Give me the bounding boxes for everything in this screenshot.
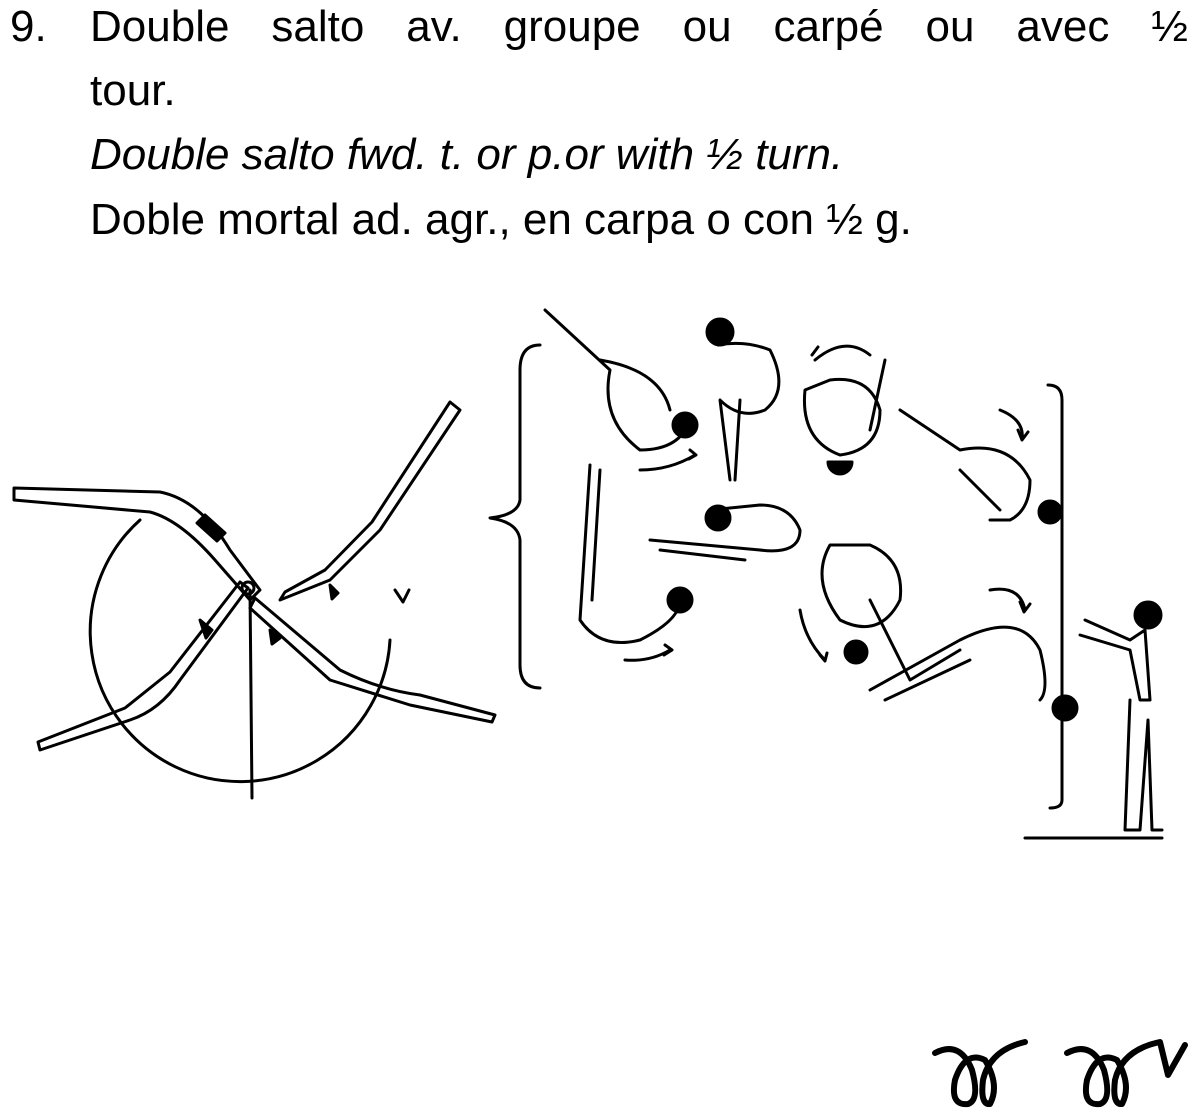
bracket-icon xyxy=(488,343,542,690)
element-illustration xyxy=(12,308,1188,1108)
piked-salto-figures xyxy=(578,463,1079,722)
giant-swing-figure xyxy=(12,400,497,800)
landing-gymnast-figure xyxy=(1023,600,1164,840)
salto-notation-symbol xyxy=(932,1039,1028,1108)
salto-half-turn-notation-symbol xyxy=(1064,1039,1188,1108)
tucked-salto-figures xyxy=(543,308,1063,525)
bracket-icon xyxy=(1046,383,1064,810)
